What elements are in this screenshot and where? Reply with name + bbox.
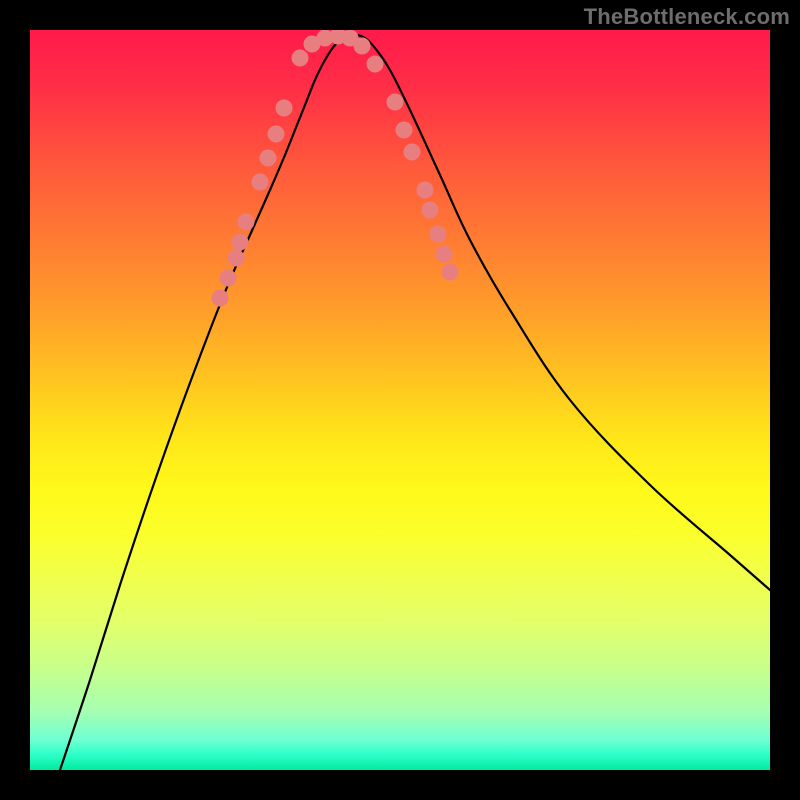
scatter-dot [404, 144, 421, 161]
scatter-dot [292, 50, 309, 67]
scatter-dot [396, 122, 413, 139]
scatter-dot [422, 202, 439, 219]
chart-frame: TheBottleneck.com [0, 0, 800, 800]
scatter-dot [430, 226, 447, 243]
scatter-dot [212, 290, 229, 307]
scatter-dot [436, 246, 453, 263]
scatter-dot [442, 264, 459, 281]
scatter-dot [268, 126, 285, 143]
scatter-dot [252, 174, 269, 191]
scatter-dots-group [212, 30, 459, 307]
scatter-dot [276, 100, 293, 117]
scatter-dot [260, 150, 277, 167]
scatter-dot [387, 94, 404, 111]
chart-svg [30, 30, 770, 770]
scatter-dot [228, 250, 245, 267]
scatter-dot [238, 214, 255, 231]
plot-area [30, 30, 770, 770]
scatter-dot [417, 182, 434, 199]
scatter-dot [354, 38, 371, 55]
scatter-dot [220, 270, 237, 287]
watermark-text: TheBottleneck.com [584, 4, 790, 30]
scatter-dot [367, 56, 384, 73]
scatter-dot [232, 234, 249, 251]
